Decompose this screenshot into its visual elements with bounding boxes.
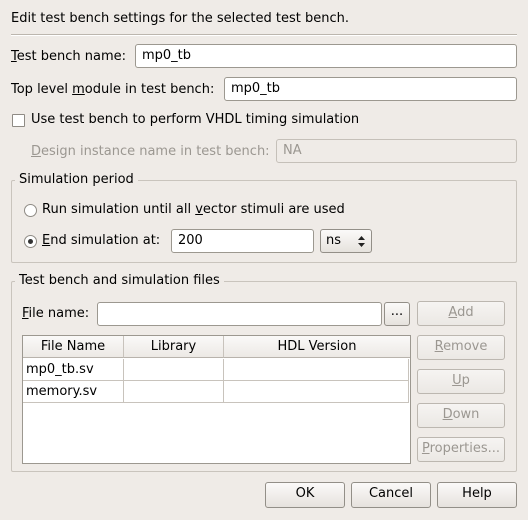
dialog-description: Edit test bench settings for the selecte… [11, 11, 349, 26]
cancel-button[interactable]: Cancel [351, 482, 431, 508]
up-button[interactable]: Up [417, 369, 505, 394]
cell-hdl-version[interactable] [224, 381, 409, 403]
table-row[interactable]: memory.sv [23, 381, 124, 403]
cell-file-name: memory.sv [26, 384, 98, 399]
time-unit-select[interactable]: ns [320, 229, 372, 253]
add-button[interactable]: Add [417, 301, 505, 326]
cell-hdl-version[interactable] [224, 359, 409, 381]
down-button[interactable]: Down [417, 403, 505, 428]
cell-library[interactable] [124, 381, 224, 403]
vhdl-timing-checkbox[interactable] [12, 114, 25, 127]
top-level-module-label: Top level module in test bench: [11, 82, 215, 97]
header-separator [11, 34, 517, 36]
run-until-stimuli-radio[interactable] [24, 204, 37, 217]
design-instance-input: NA [276, 139, 517, 163]
top-level-module-input[interactable]: mp0_tb [224, 77, 517, 101]
test-bench-name-label: Test bench name: [11, 49, 126, 64]
file-name-input[interactable] [97, 302, 382, 326]
test-bench-name-input[interactable]: mp0_tb [135, 44, 517, 68]
file-name-label: File name: [22, 306, 90, 321]
cell-library[interactable] [124, 359, 224, 381]
browse-button[interactable]: ... [384, 302, 410, 326]
simulation-period-title: Simulation period [15, 172, 138, 188]
end-simulation-radio[interactable] [24, 235, 37, 248]
column-header-hdl-version[interactable]: HDL Version [224, 336, 410, 358]
column-header-library[interactable]: Library [124, 336, 224, 358]
remove-button[interactable]: Remove [417, 335, 505, 360]
run-until-stimuli-label[interactable]: Run simulation until all vector stimuli … [42, 202, 345, 218]
help-button[interactable]: Help [437, 482, 517, 508]
spin-arrows-icon [358, 236, 365, 247]
table-row[interactable]: mp0_tb.sv [23, 359, 124, 381]
column-header-file-name[interactable]: File Name [23, 336, 124, 358]
end-simulation-label[interactable]: End simulation at: [42, 233, 160, 249]
end-simulation-time-input[interactable]: 200 [171, 229, 314, 253]
properties-button[interactable]: Properties... [417, 437, 505, 462]
vhdl-timing-label[interactable]: Use test bench to perform VHDL timing si… [31, 112, 359, 128]
cell-file-name: mp0_tb.sv [26, 362, 94, 377]
files-group-title: Test bench and simulation files [15, 273, 224, 289]
files-table: File Name Library HDL Version mp0_tb.sv … [22, 335, 411, 464]
design-instance-label: Design instance name in test bench: [31, 144, 270, 159]
ok-button[interactable]: OK [265, 482, 345, 508]
time-unit-value: ns [326, 233, 342, 248]
